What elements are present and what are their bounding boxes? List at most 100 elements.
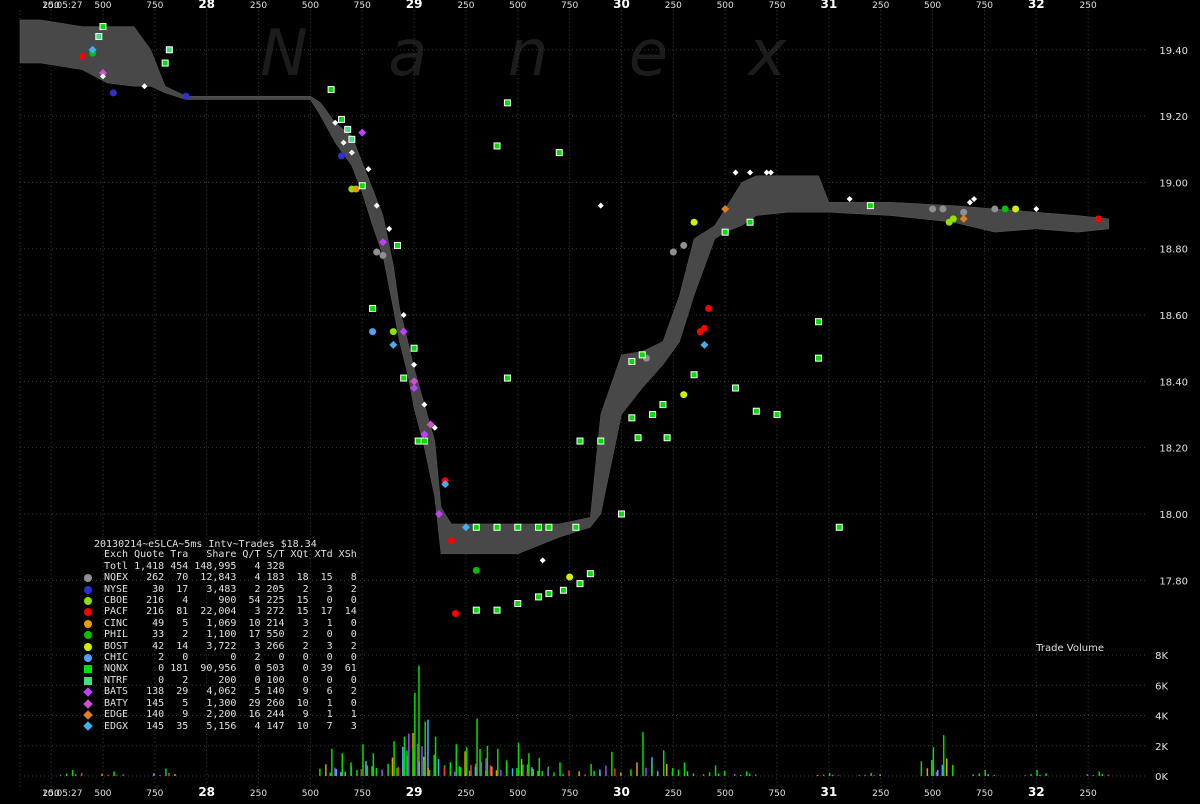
x-tick-label: 32 xyxy=(1028,785,1045,799)
stats-cell: 244 xyxy=(266,709,285,721)
y-tick-label: 17.80 xyxy=(1159,576,1188,587)
trade-point-nqex xyxy=(669,248,677,256)
volume-bar xyxy=(978,773,980,776)
x-tick-label: 750 xyxy=(561,1,578,11)
trade-point-nqnx xyxy=(393,241,401,249)
trade-point-nqnx xyxy=(866,202,874,210)
volume-bar xyxy=(403,736,406,776)
trade-point-nqnx xyxy=(732,384,740,392)
stats-cell: 0 xyxy=(326,674,333,686)
volume-bar xyxy=(879,774,881,776)
x-tick-label: 250 xyxy=(1080,1,1097,11)
volume-bar xyxy=(116,775,118,776)
volume-bar xyxy=(584,774,586,776)
stats-cell: 272 xyxy=(266,606,285,618)
volume-bar xyxy=(945,758,948,776)
trade-point-nqnx xyxy=(559,586,567,594)
stats-cell: 1 xyxy=(350,709,357,721)
y-tick-label: 19.40 xyxy=(1159,46,1188,57)
volume-bar xyxy=(522,764,524,776)
trade-point-cboe xyxy=(389,328,397,336)
x-tick-label: 250 xyxy=(665,789,682,799)
volume-bar xyxy=(107,774,109,776)
volume-bar xyxy=(422,760,425,776)
trade-point-unlisted xyxy=(971,196,978,202)
volume-bar xyxy=(335,768,337,776)
volume-bar xyxy=(1045,773,1047,776)
trade-point-pacf xyxy=(452,609,460,617)
trade-point-pacf xyxy=(1095,215,1103,223)
stats-cell: 0 xyxy=(350,595,357,607)
stats-cell: 17 xyxy=(248,629,261,641)
volume-bar xyxy=(65,773,68,776)
trade-point-nqnx xyxy=(617,510,625,518)
watermark: N a n e x xyxy=(260,17,816,91)
trade-point-nqnx xyxy=(572,523,580,531)
trade-point-edgx xyxy=(700,340,709,349)
trade-point-nqnx xyxy=(634,434,642,442)
volume-bar xyxy=(402,746,404,776)
volume-bar xyxy=(822,774,825,776)
volume-bar xyxy=(650,764,653,776)
stats-cell: 100 xyxy=(266,674,285,686)
volume-bar xyxy=(739,774,742,776)
stats-cell: 33 xyxy=(152,629,165,641)
nbbo-spread-band xyxy=(19,19,1110,555)
trade-point-nqnx xyxy=(420,437,428,445)
volume-bar xyxy=(717,773,720,776)
trade-point-nqnx xyxy=(659,401,667,409)
stats-cell xyxy=(312,561,336,572)
stats-row-phil: PHIL 33 2 1,100 17 550 2 0 0 xyxy=(94,629,360,640)
stats-cell: 205 xyxy=(266,583,285,595)
stats-cell: 2 xyxy=(254,652,261,664)
volume-bar xyxy=(391,757,394,776)
volume-bar xyxy=(476,718,478,776)
stats-cell: 216 xyxy=(146,606,165,618)
stats-row-cinc: CINC 49 5 1,069 10 214 3 1 0 xyxy=(94,618,360,629)
stats-cell: 5 xyxy=(182,697,189,709)
stats-cell: 2,200 xyxy=(206,709,237,721)
trade-point-unlisted xyxy=(539,557,546,564)
volume-bar xyxy=(733,773,736,776)
volume-bar xyxy=(468,770,471,776)
stats-row-chic: CHIC 2 0 0 2 0 0 0 0 xyxy=(94,652,360,663)
volume-bar xyxy=(702,773,705,776)
trade-point-phil xyxy=(1001,205,1009,213)
x-tick-label: 500 xyxy=(94,789,111,799)
volume-bar xyxy=(365,761,367,776)
volume-bar xyxy=(942,735,945,776)
trade-point-nqnx xyxy=(628,357,636,365)
x-tick-label: 29 xyxy=(406,0,423,11)
stats-cell: 4 xyxy=(254,572,261,584)
stats-cell: 22,004 xyxy=(200,606,237,618)
trade-point-edgx xyxy=(389,340,398,349)
trade-point-nqnx xyxy=(493,606,501,614)
volume-bar xyxy=(858,775,860,776)
stats-cell: NYSE xyxy=(104,583,129,595)
volume-bar xyxy=(458,766,461,776)
volume-bar xyxy=(113,771,115,776)
trade-point-nqnx xyxy=(555,149,563,157)
stats-cell: 29 xyxy=(248,697,261,709)
trade-point-nqex xyxy=(939,205,947,213)
stats-cell: 1 xyxy=(326,709,333,721)
stats-cell: 216 xyxy=(146,595,165,607)
stats-header-row: Exch Quote Tra Share Q/T S/T XQt XTd XSh xyxy=(94,549,360,560)
stats-cell: 181 xyxy=(170,663,189,675)
stats-row-nqnx: NQNX 0 181 90,956 0 503 0 39 61 xyxy=(94,663,360,674)
volume-bar xyxy=(486,745,489,776)
trade-point-nqex xyxy=(379,251,387,259)
stats-row-cboe: CBOE 216 4 900 54 225 15 0 0 xyxy=(94,595,360,606)
stats-cell: 214 xyxy=(266,617,285,629)
stats-cell: 138 xyxy=(146,686,165,698)
x-tick-label: 500 xyxy=(509,1,526,11)
x-tick-label: 500 xyxy=(717,1,734,11)
trade-point-nqnx xyxy=(545,590,553,598)
x-tick-label: 250 xyxy=(43,789,60,799)
volume-bar xyxy=(406,750,408,776)
volume-bar xyxy=(642,732,644,776)
volume-bar xyxy=(455,744,458,776)
stats-cell: Tra xyxy=(170,549,189,561)
stats-cell: 15 xyxy=(296,606,309,618)
volume-bar xyxy=(433,754,435,776)
